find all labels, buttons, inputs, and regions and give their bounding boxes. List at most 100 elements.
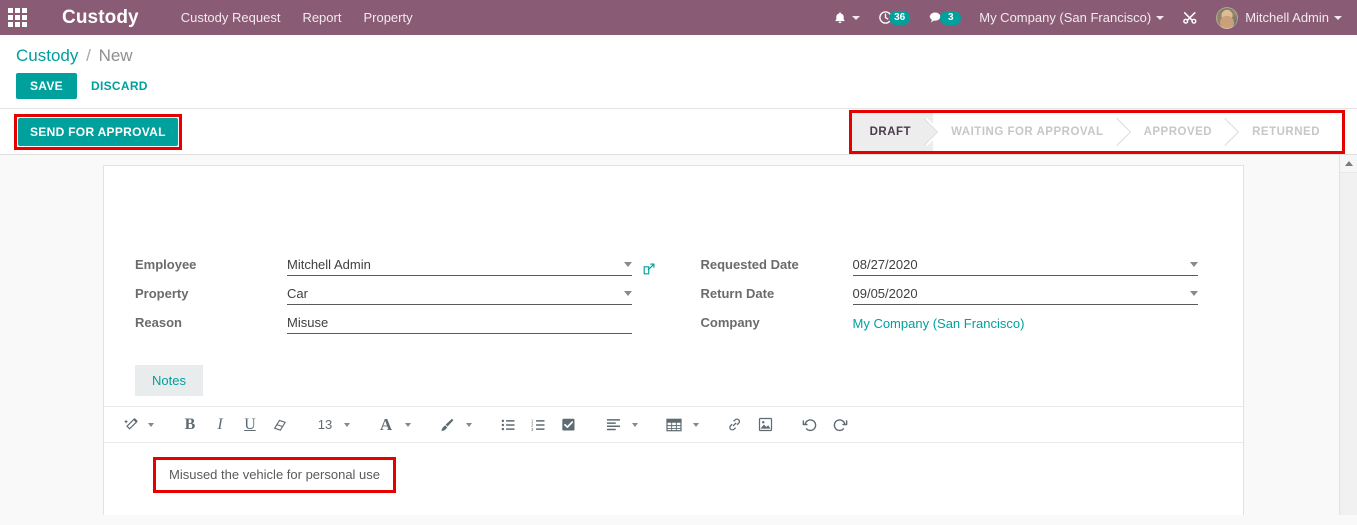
svg-text:3: 3 [531,426,534,431]
activities-count-badge: 36 [889,10,911,25]
undo-icon[interactable] [795,412,825,438]
chevron-down-icon[interactable] [1189,291,1198,296]
bell-icon [835,11,845,23]
send-for-approval-annotation: SEND FOR APPROVAL [14,113,182,150]
chevron-down-icon [1156,15,1165,20]
toolbar-group-insert [720,412,780,438]
field-property-input[interactable]: Car [287,286,632,305]
chevron-down-icon[interactable] [405,422,411,427]
apps-grid-icon[interactable] [0,0,34,35]
chevron-down-icon[interactable] [344,422,350,427]
control-panel-buttons: SAVE DISCARD [16,73,1341,108]
toolbar-group-style [116,412,160,438]
form-column-right: Requested Date 08/27/2020 Return Date 09… [674,248,1244,335]
menu-item-custody-request[interactable]: Custody Request [181,10,281,25]
user-menu-label: Mitchell Admin [1245,10,1329,25]
tab-notes[interactable]: Notes [135,365,203,396]
bullet-list-icon[interactable] [493,412,523,438]
toolbar-group-font-color: A [371,412,417,438]
breadcrumb: Custody / New [16,45,1341,73]
italic-button[interactable]: I [205,412,235,438]
chevron-down-icon[interactable] [632,422,638,427]
field-property-value: Car [287,286,308,301]
table-icon[interactable] [659,412,689,438]
field-company-value[interactable]: My Company (San Francisco) [853,316,1198,334]
stage-approved[interactable]: APPROVED [1125,112,1235,151]
notebook-tabs: Notes [135,365,1243,396]
toolbar-group-history [795,412,855,438]
chevron-down-icon [1334,15,1342,20]
note-text-annotation: Misused the vehicle for personal use [153,457,397,493]
scroll-up-arrow-icon[interactable] [1340,155,1357,173]
save-button[interactable]: SAVE [16,73,77,99]
chevron-down-icon[interactable] [624,262,632,267]
checklist-icon[interactable] [553,412,583,438]
chevron-down-icon[interactable] [148,422,154,427]
field-employee-input[interactable]: Mitchell Admin [287,257,632,276]
menu-item-report[interactable]: Report [302,10,341,25]
app-brand-title[interactable]: Custody [62,7,139,29]
font-size-value[interactable]: 13 [310,412,340,438]
form-fields-grid: Employee Mitchell Admin Property Car Rea… [104,166,1243,335]
messages-count-badge: 3 [940,10,962,25]
chevron-down-icon[interactable] [466,422,472,427]
vertical-scrollbar[interactable] [1339,155,1357,515]
field-return-date-row: Return Date 09/05/2020 [701,277,1244,305]
font-color-button[interactable]: A [371,412,401,438]
field-employee-value: Mitchell Admin [287,257,371,272]
toolbar-group-font-size: 13 [310,412,356,438]
company-switcher[interactable]: My Company (San Francisco) [970,0,1173,35]
breadcrumb-root[interactable]: Custody [16,46,78,65]
wrench-screwdriver-icon [1183,11,1197,24]
field-requested-date-input[interactable]: 08/27/2020 [852,257,1198,276]
bold-button[interactable]: B [175,412,205,438]
main-content-area: Employee Mitchell Admin Property Car Rea… [0,155,1357,515]
developer-tools-button[interactable] [1173,0,1207,35]
eraser-icon[interactable] [265,412,295,438]
chevron-down-icon[interactable] [624,291,632,296]
field-requested-date-row: Requested Date 08/27/2020 [701,248,1244,276]
paint-brush-icon[interactable] [432,412,462,438]
menu-item-property[interactable]: Property [363,10,412,25]
stage-returned[interactable]: RETURNED [1234,112,1342,151]
magic-wand-icon[interactable] [116,412,144,438]
user-menu-button[interactable]: Mitchell Admin [1207,0,1351,35]
form-column-left: Employee Mitchell Admin Property Car Rea… [104,248,674,335]
field-reason-input[interactable]: Misuse [287,315,632,334]
numbered-list-icon[interactable]: 1 2 3 [523,412,553,438]
navbar-right-section: 36 3 My Company (San Francisco) Mitchell… [824,0,1351,35]
chevron-down-icon[interactable] [693,422,699,427]
stage-waiting-for-approval[interactable]: WAITING FOR APPROVAL [933,112,1126,151]
image-icon[interactable] [750,412,780,438]
field-property-row: Property Car [135,277,674,305]
form-statusbar-row: SEND FOR APPROVAL DRAFT WAITING FOR APPR… [0,109,1357,155]
company-switcher-label: My Company (San Francisco) [979,10,1152,25]
toolbar-group-background-color [432,412,478,438]
statusbar-annotation: DRAFT WAITING FOR APPROVAL APPROVED RETU… [848,109,1345,154]
chevron-down-icon[interactable] [1189,262,1198,267]
breadcrumb-separator: / [86,46,91,65]
field-requested-date-value: 08/27/2020 [852,257,918,272]
underline-button[interactable]: U [235,412,265,438]
field-return-date-input[interactable]: 09/05/2020 [852,286,1198,305]
toolbar-group-align [598,412,644,438]
note-text: Misused the vehicle for personal use [169,467,381,482]
field-return-date-value: 09/05/2020 [852,286,918,301]
activities-button[interactable]: 36 [869,0,919,35]
messages-button[interactable]: 3 [919,0,970,35]
note-editor-body[interactable]: Misused the vehicle for personal use [135,443,1243,515]
notifications-bell-button[interactable] [824,0,869,35]
send-for-approval-button[interactable]: SEND FOR APPROVAL [18,117,178,146]
employee-external-link-icon[interactable] [642,262,656,276]
align-left-icon[interactable] [598,412,628,438]
toolbar-group-table [659,412,705,438]
discard-button[interactable]: DISCARD [89,74,150,98]
field-property-label: Property [135,286,189,301]
toolbar-group-format: B I U [175,412,295,438]
redo-icon[interactable] [825,412,855,438]
link-icon[interactable] [720,412,750,438]
field-reason-label: Reason [135,315,182,330]
stage-draft[interactable]: DRAFT [851,112,934,151]
statusbar: DRAFT WAITING FOR APPROVAL APPROVED RETU… [851,112,1342,151]
field-reason-value: Misuse [287,315,329,330]
